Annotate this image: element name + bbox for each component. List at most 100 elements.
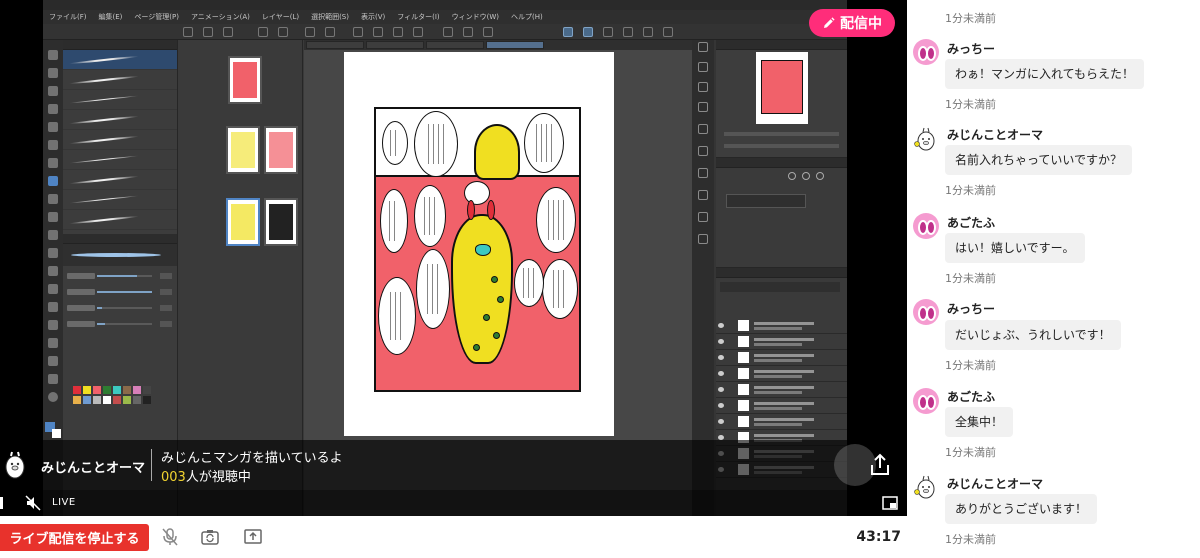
toolbar-button: [413, 27, 423, 37]
ruler-tool-icon: [48, 338, 58, 348]
speech-balloon: [416, 249, 450, 329]
speech-balloon: [514, 259, 544, 307]
menu-item: 選択範囲(S): [311, 13, 349, 21]
toolbar-button: [393, 27, 403, 37]
comment-author: みっちー: [947, 42, 996, 56]
menu-item: ウィンドウ(W): [451, 13, 500, 21]
live-stream-screen: ファイル(F) 編集(E) ページ管理(P) アニメーション(A) レイヤー(L…: [0, 0, 1200, 558]
airbrush-tool-icon: [48, 194, 58, 204]
comment-time: 1分未満前: [945, 12, 996, 25]
share-icon[interactable]: [869, 453, 891, 477]
drawing-app-window: ファイル(F) 編集(E) ページ管理(P) アニメーション(A) レイヤー(L…: [43, 0, 847, 516]
app-toolbar: [43, 24, 847, 40]
select-tool-icon: [48, 104, 58, 114]
toolbar-button: [643, 27, 653, 37]
comment-time: 1分未満前: [945, 446, 996, 459]
frame-tool-icon: [48, 320, 58, 330]
toolbar-button: [223, 27, 233, 37]
brush-preset: [63, 190, 177, 210]
balloon-tool-icon: [48, 374, 58, 384]
speech-balloon: [542, 259, 578, 319]
top-panel: [376, 109, 579, 180]
comment-sidebar: 1分未満前 みっちー わぁ！マンガに入れてもらえた！ 1分未満前 みじんことオー…: [907, 0, 1200, 558]
figure-tool-icon: [48, 302, 58, 312]
navigator-thumbnail: [756, 52, 808, 124]
pencil-icon: [824, 16, 835, 28]
brush-preset: [63, 50, 177, 70]
comment-time: 1分未満前: [945, 272, 996, 285]
toolbar-button: [278, 27, 288, 37]
pink-face-icon: [913, 39, 939, 65]
comment-text: 全集中！: [945, 407, 1014, 437]
page-thumbnail: [226, 126, 260, 174]
streamer-name: みじんことオーマ: [41, 461, 146, 476]
document-tab: [426, 41, 484, 49]
comment-text: わぁ！マンガに入れてもらえた！: [945, 59, 1145, 89]
hand-tool-icon: [48, 68, 58, 78]
speech-balloon: [378, 277, 416, 355]
comment-time: 1分未満前: [945, 184, 996, 197]
manga-panel-art: [374, 107, 581, 392]
comment-time: 1分未満前: [945, 533, 996, 546]
decoration-tool-icon: [48, 212, 58, 222]
gradient-tool-icon: [48, 284, 58, 294]
document-tab: [486, 41, 544, 49]
live-status-badge[interactable]: 配信中: [809, 9, 895, 37]
toolbar-button: [603, 27, 613, 37]
comment-author: あごたふ: [947, 390, 996, 404]
comment-author: みじんことオーマ: [947, 477, 1044, 491]
toolbar-button: [483, 27, 493, 37]
brush-preset: [63, 70, 177, 90]
comment-author: あごたふ: [947, 216, 996, 230]
stream-video[interactable]: ファイル(F) 編集(E) ページ管理(P) アニメーション(A) レイヤー(L…: [0, 0, 907, 516]
info-divider: [151, 449, 152, 481]
speech-balloon: [536, 187, 576, 253]
speaker-muted-icon[interactable]: [25, 495, 41, 511]
viewer-count-number: 003: [161, 470, 186, 485]
eyedropper-tool-icon: [48, 140, 58, 150]
live-status-label: 配信中: [840, 16, 882, 32]
document-tabs: [304, 40, 692, 50]
comment-author: みっちー: [947, 302, 996, 316]
microphone-off-icon[interactable]: [160, 527, 180, 547]
stream-title: みじんこマンガを描いているよ: [161, 451, 343, 466]
brush-preset: [63, 210, 177, 230]
player-controls: LIVE: [0, 490, 907, 516]
manga-page: [344, 52, 614, 436]
menu-item: ページ管理(P): [134, 13, 179, 21]
screen-share-icon[interactable]: [243, 527, 263, 547]
switch-camera-icon[interactable]: [200, 527, 220, 547]
picture-in-picture-icon[interactable]: [882, 496, 898, 510]
comment-text: はい！嬉しいですー。: [945, 233, 1085, 263]
pink-face-icon: [913, 213, 939, 239]
brush-tool-icon: [48, 176, 58, 186]
live-indicator: LIVE: [52, 497, 76, 508]
brush-preview: [63, 244, 177, 266]
text-tool-icon: [48, 356, 58, 366]
viewer-count-suffix: 人が視聴中: [185, 470, 251, 485]
brush-preset: [63, 110, 177, 130]
pen-tool-icon: [48, 158, 58, 168]
pause-icon[interactable]: [0, 496, 8, 510]
correction-tool-icon: [48, 392, 58, 402]
toolbar-button: [463, 27, 473, 37]
speech-balloon: [382, 121, 408, 165]
toolbar-button: [623, 27, 633, 37]
document-tab: [306, 41, 364, 49]
layer-row: [716, 382, 847, 398]
menu-item: レイヤー(L): [261, 13, 300, 21]
navigator-panel: [716, 40, 847, 158]
sub-color-swatch: [52, 429, 61, 438]
comment-time: 1分未満前: [945, 359, 996, 372]
toolbar-button: [353, 27, 363, 37]
stop-live-button[interactable]: ライブ配信を停止する: [0, 524, 149, 551]
comment-text: ありがとうございます！: [945, 494, 1098, 524]
toolbar-button: [583, 27, 593, 37]
chick-character-icon: [913, 474, 939, 500]
comment-time: 1分未満前: [945, 98, 996, 111]
comment-author: みじんことオーマ: [947, 128, 1044, 142]
pink-face-icon: [913, 299, 939, 325]
speech-balloon: [380, 189, 408, 253]
blend-tool-icon: [48, 248, 58, 258]
layer-row: [716, 334, 847, 350]
